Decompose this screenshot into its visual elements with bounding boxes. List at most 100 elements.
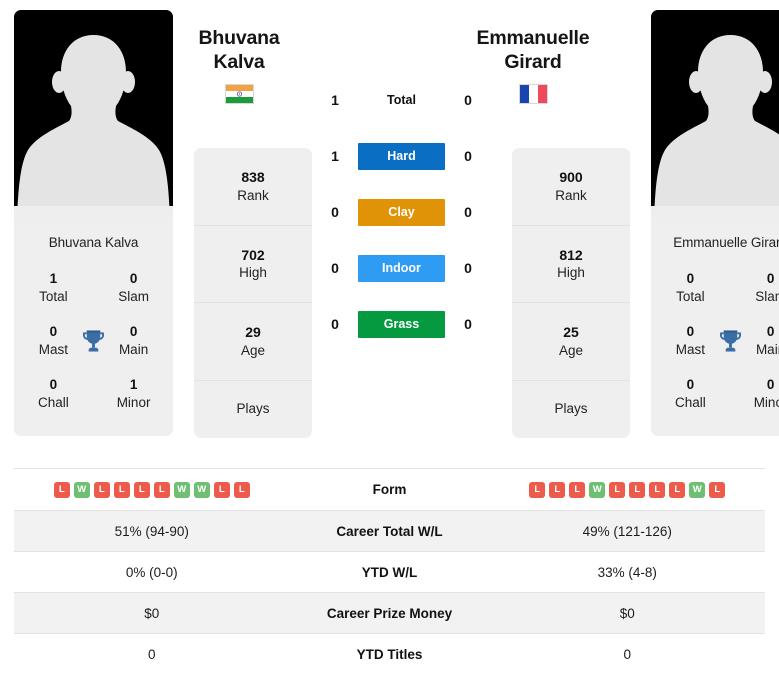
plays-cell-left: Plays <box>194 381 312 438</box>
titles-mast-value: 0 <box>49 324 58 340</box>
rank-value-right: 900 <box>559 169 583 186</box>
h2h-badge-indoor[interactable]: Indoor <box>358 254 445 282</box>
titles-total-label: Total <box>676 288 705 304</box>
player-info-card-left: 838 Rank 702 High 29 Age Plays <box>194 148 312 438</box>
titles-total-value: 1 <box>49 271 58 287</box>
player-name-left: Bhuvana Kalva <box>14 222 173 261</box>
titles-slam-label: Slam <box>118 288 149 304</box>
titles-slam-value: 0 <box>129 271 138 287</box>
high-cell-right: 812 High <box>512 226 630 303</box>
h2h-row-total: 1 Total 0 <box>312 72 491 128</box>
h2h-left-score-total: 1 <box>331 92 339 108</box>
high-value-right: 812 <box>559 246 583 263</box>
titles-mast-right: 0 Mast <box>665 323 716 358</box>
titles-row: 0 Chall 0 Minor <box>651 367 779 420</box>
titles-minor-value: 1 <box>129 377 138 393</box>
h2h-label-total: Total <box>387 93 416 107</box>
form-badge-right-9[interactable]: L <box>709 481 726 498</box>
form-badge-left-7[interactable]: W <box>193 481 210 498</box>
form-badge-right-3[interactable]: W <box>589 481 606 498</box>
h2h-left-score-indoor: 0 <box>331 260 339 276</box>
trophy-icon-slot-right <box>716 328 745 354</box>
form-badge-right-7[interactable]: L <box>669 481 686 498</box>
career-total-wl-label: Career Total W/L <box>336 523 443 539</box>
form-badge-right-1[interactable]: L <box>549 481 566 498</box>
player-headline-left[interactable]: Bhuvana Kalva <box>179 27 299 104</box>
titles-mast-label: Mast <box>38 341 69 357</box>
career-prize-money-left: $0 <box>144 605 160 621</box>
high-label-right: High <box>557 265 585 281</box>
h2h-badge-grass[interactable]: Grass <box>358 310 445 338</box>
table-row: 51% (94-90) Career Total W/L 49% (121-12… <box>14 510 765 551</box>
table-row: 0% (0-0) YTD W/L 33% (4-8) <box>14 551 765 592</box>
form-badge-right-4[interactable]: L <box>609 481 626 498</box>
titles-main-right: 0 Main <box>745 323 779 358</box>
h2h-badge-hard[interactable]: Hard <box>358 142 445 170</box>
head-to-head-column: 1 Total 0 1 Hard 0 0 Clay 0 0 Indoor 0 0 <box>312 10 491 352</box>
titles-total-value: 0 <box>686 271 695 287</box>
ytd-titles-right: 0 <box>623 646 631 662</box>
titles-minor-left: 1 Minor <box>108 376 159 411</box>
player-avatar-placeholder-icon <box>651 10 779 222</box>
h2h-row-clay: 0 Clay 0 <box>312 184 491 240</box>
titles-row: 1 Total 0 Slam <box>14 261 173 314</box>
ytd-wl-right: 33% (4-8) <box>597 564 657 580</box>
form-badge-left-0[interactable]: L <box>53 481 70 498</box>
form-badge-left-5[interactable]: L <box>153 481 170 498</box>
form-badge-left-2[interactable]: L <box>93 481 110 498</box>
h2h-right-score-clay: 0 <box>464 204 472 220</box>
h2h-row-indoor: 0 Indoor 0 <box>312 240 491 296</box>
player-info-card-right: 900 Rank 812 High 25 Age Plays <box>512 148 630 438</box>
player-first-name-left: Bhuvana <box>198 27 280 49</box>
titles-chall-label: Chall <box>38 394 69 410</box>
ytd-titles-label: YTD Titles <box>356 646 423 662</box>
titles-row: 0 Total 0 Slam <box>651 261 779 314</box>
player-avatar-placeholder-icon <box>14 10 173 222</box>
form-badge-right-8[interactable]: W <box>689 481 706 498</box>
titles-slam-label: Slam <box>755 288 779 304</box>
form-badge-left-9[interactable]: L <box>233 481 250 498</box>
trophy-icon <box>82 329 105 352</box>
form-row: LWLLLLWWLL Form LLLWLLLLWL <box>14 469 765 510</box>
table-row: 0 YTD Titles 0 <box>14 633 765 674</box>
titles-total-label: Total <box>39 288 68 304</box>
rank-label-left: Rank <box>237 187 269 203</box>
h2h-right-score-grass: 0 <box>464 316 472 332</box>
form-badge-left-8[interactable]: L <box>213 481 230 498</box>
form-badge-left-6[interactable]: W <box>173 481 190 498</box>
ytd-titles-left: 0 <box>147 646 156 662</box>
titles-mast-label: Mast <box>675 341 706 357</box>
h2h-badge-clay[interactable]: Clay <box>358 198 445 226</box>
form-badge-right-6[interactable]: L <box>649 481 666 498</box>
titles-minor-value: 0 <box>766 377 775 393</box>
player-last-name-right: Girard <box>504 50 562 73</box>
high-cell-left: 702 High <box>194 226 312 303</box>
titles-main-label: Main <box>118 341 149 357</box>
player-avatar-left <box>14 10 173 222</box>
h2h-row-hard: 1 Hard 0 <box>312 128 491 184</box>
form-row-label: Form <box>372 482 407 497</box>
titles-slam-left: 0 Slam <box>108 270 159 305</box>
high-value-left: 702 <box>241 246 265 263</box>
player-card-left[interactable]: Bhuvana Kalva 1 Total 0 Slam 0 Mast 0 Ma… <box>14 10 173 436</box>
form-badge-left-4[interactable]: L <box>133 481 150 498</box>
plays-label-left: Plays <box>236 401 270 417</box>
h2h-right-score-indoor: 0 <box>464 260 472 276</box>
titles-mast-value: 0 <box>686 324 695 340</box>
career-prize-money-right: $0 <box>619 605 635 621</box>
player-card-right[interactable]: Emmanuelle Girard 0 Total 0 Slam 0 <box>651 10 779 436</box>
age-value-left: 29 <box>245 324 261 341</box>
table-row: $0 Career Prize Money $0 <box>14 592 765 633</box>
h2h-right-score-hard: 0 <box>464 148 472 164</box>
form-badge-left-3[interactable]: L <box>113 481 130 498</box>
age-value-right: 25 <box>563 324 579 341</box>
player-headline-right[interactable]: Emmanuelle Girard <box>473 27 593 104</box>
trophy-icon-slot-left <box>79 328 108 354</box>
form-badge-left-1[interactable]: W <box>73 481 90 498</box>
titles-chall-value: 0 <box>686 377 695 393</box>
form-badge-right-2[interactable]: L <box>569 481 586 498</box>
career-total-wl-left: 51% (94-90) <box>114 523 189 539</box>
form-badge-right-5[interactable]: L <box>629 481 646 498</box>
titles-slam-value: 0 <box>766 271 775 287</box>
form-badge-right-0[interactable]: L <box>529 481 546 498</box>
